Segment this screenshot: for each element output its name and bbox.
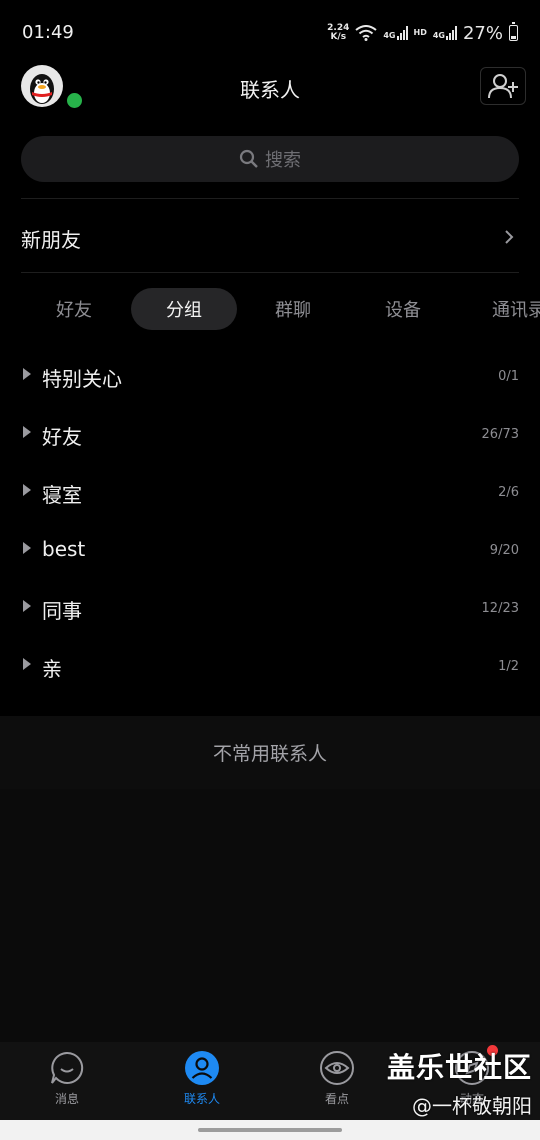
- divider: [21, 272, 519, 273]
- new-friends-row[interactable]: 新朋友: [0, 200, 540, 272]
- group-row[interactable]: 寝室 2/6: [0, 462, 540, 520]
- empty-area: [0, 789, 540, 1042]
- header: 联系人: [0, 62, 540, 114]
- signal-bars-1-icon: [396, 26, 408, 40]
- watermark-author: @一杯敬朝阳: [412, 1094, 532, 1118]
- new-friends-label: 新朋友: [21, 228, 81, 252]
- group-count: 26/73: [481, 427, 519, 442]
- caret-right-icon: [23, 542, 31, 554]
- network-type-1: 4G: [383, 31, 396, 40]
- page-title: 联系人: [240, 78, 300, 102]
- group-name: 特别关心: [42, 367, 122, 391]
- chevron-right-icon: [505, 230, 514, 244]
- group-list: 特别关心 0/1 好友 26/73 寝室 2/6 best 9/20 同事 12…: [0, 346, 540, 694]
- nav-contacts[interactable]: 联系人: [162, 1050, 242, 1114]
- search-icon: [239, 149, 258, 168]
- group-count: 2/6: [498, 485, 519, 500]
- divider: [21, 198, 519, 199]
- status-bar: 01:49 2.24 K/s 4G HD 4G 27%: [0, 0, 540, 66]
- tab-label: 群聊: [275, 300, 311, 321]
- group-name: 亲: [42, 657, 62, 681]
- hd-label: HD: [413, 28, 427, 37]
- nav-label: 消息: [54, 1092, 79, 1106]
- group-count: 9/20: [489, 543, 519, 558]
- tab-devices[interactable]: 设备: [363, 288, 443, 330]
- group-name: 寝室: [42, 483, 82, 507]
- group-count: 12/23: [481, 601, 519, 616]
- group-name: best: [42, 537, 86, 561]
- battery-percent: 27%: [462, 22, 503, 44]
- tab-label: 设备: [385, 300, 421, 321]
- group-row[interactable]: best 9/20: [0, 520, 540, 578]
- tab-group-chats[interactable]: 群聊: [253, 288, 333, 330]
- tab-friends[interactable]: 好友: [34, 288, 114, 330]
- message-bubble-icon: [51, 1051, 84, 1084]
- tab-address-book[interactable]: 通讯录: [476, 288, 540, 330]
- group-row[interactable]: 同事 12/23: [0, 578, 540, 636]
- search-placeholder: 搜索: [265, 150, 301, 171]
- caret-right-icon: [23, 658, 31, 670]
- tab-label: 好友: [56, 300, 92, 321]
- nav-label: 联系人: [183, 1092, 220, 1106]
- tab-label: 通讯录: [492, 300, 540, 321]
- signal-bars-2-icon: [445, 26, 457, 40]
- caret-right-icon: [23, 426, 31, 438]
- home-indicator[interactable]: [198, 1128, 342, 1132]
- net-speed: 2.24 K/s: [327, 24, 349, 42]
- uncommon-contacts-label: 不常用联系人: [212, 743, 327, 765]
- system-nav-bar: [0, 1120, 540, 1140]
- contact-tabs: 好友 分组 群聊 设备 通讯录: [0, 288, 540, 332]
- watermark: 盖乐世社区 @一杯敬朝阳: [382, 1046, 532, 1119]
- watermark-site: 盖乐世社区: [386, 1051, 532, 1084]
- group-name: 好友: [42, 425, 82, 449]
- group-name: 同事: [42, 599, 82, 623]
- group-row[interactable]: 好友 26/73: [0, 404, 540, 462]
- signal-2: 4G: [433, 26, 457, 40]
- group-row[interactable]: 亲 1/2: [0, 636, 540, 694]
- nav-label: 看点: [324, 1092, 349, 1106]
- tab-label: 分组: [166, 300, 202, 321]
- group-row[interactable]: 特别关心 0/1: [0, 346, 540, 404]
- uncommon-contacts-row[interactable]: 不常用联系人: [0, 716, 540, 789]
- status-icons: 2.24 K/s 4G HD 4G 27%: [327, 22, 518, 44]
- status-time: 01:49: [22, 21, 74, 43]
- tab-groups[interactable]: 分组: [131, 288, 237, 330]
- contacts-person-icon: [185, 1051, 219, 1085]
- nav-kandian[interactable]: 看点: [297, 1050, 377, 1114]
- signal-1: 4G: [383, 26, 408, 40]
- caret-right-icon: [23, 484, 31, 496]
- caret-right-icon: [23, 368, 31, 380]
- group-count: 1/2: [498, 659, 519, 674]
- eye-icon: [320, 1051, 354, 1085]
- network-type-2: 4G: [432, 31, 445, 40]
- add-friend-button[interactable]: [480, 67, 526, 105]
- caret-right-icon: [23, 600, 31, 612]
- group-count: 0/1: [498, 369, 519, 384]
- battery-icon: [509, 22, 518, 41]
- net-speed-unit: K/s: [330, 32, 347, 42]
- nav-messages[interactable]: 消息: [27, 1050, 107, 1114]
- search-input[interactable]: 搜索: [21, 136, 519, 182]
- add-user-icon: [488, 74, 518, 99]
- wifi-icon: [355, 25, 377, 41]
